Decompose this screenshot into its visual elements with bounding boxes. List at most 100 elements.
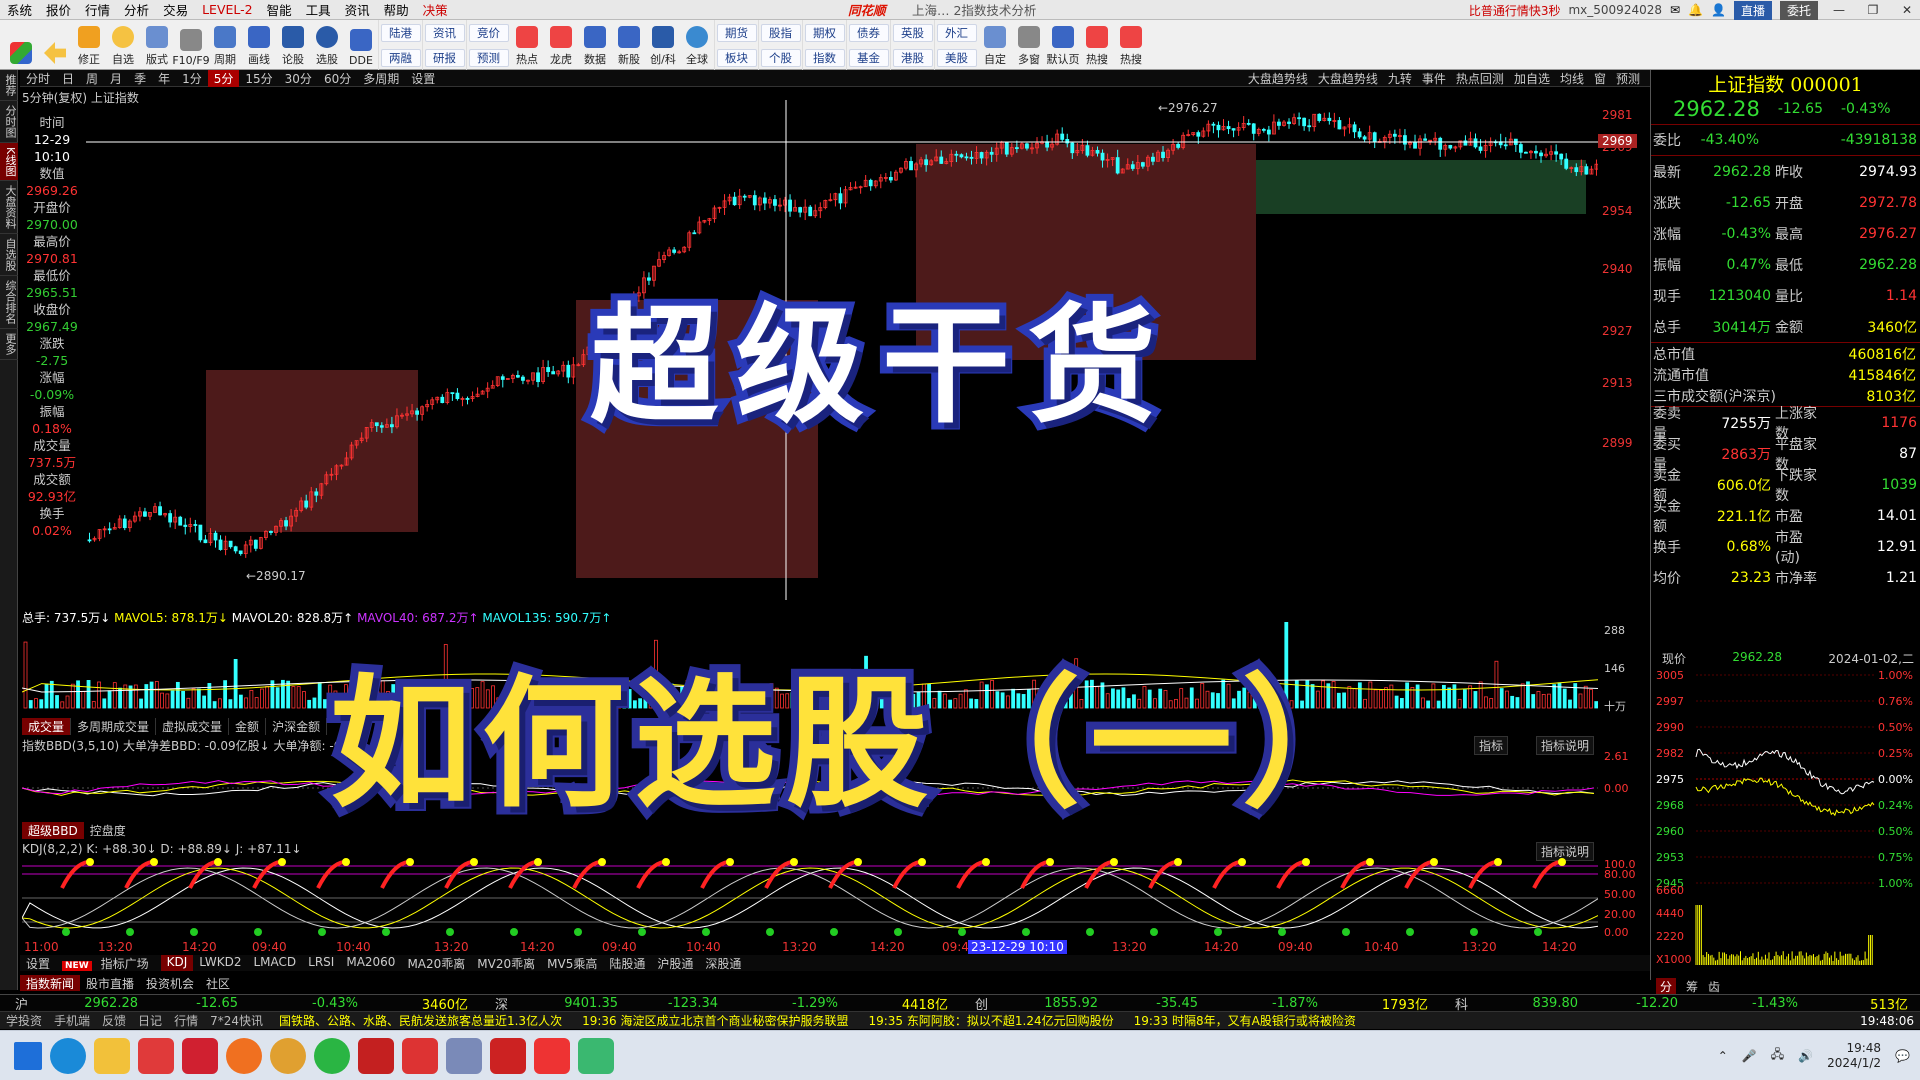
- tool-dragon[interactable]: 龙虎: [544, 20, 578, 70]
- app-kaipan-icon[interactable]: [490, 1037, 526, 1074]
- period-intraday[interactable]: 分时: [20, 70, 56, 87]
- index-ticker-item[interactable]: 沪 2962.28 -12.65 -0.43% 3460亿: [0, 994, 480, 1013]
- tool-ninturn[interactable]: 九转: [1388, 70, 1412, 87]
- wechat-icon[interactable]: [314, 1037, 350, 1074]
- tool-ma[interactable]: 均线: [1560, 70, 1584, 87]
- trend-checkbox[interactable]: 大盘趋势线: [1248, 70, 1308, 87]
- tool-multiwin[interactable]: 多窗: [1012, 20, 1046, 70]
- windows-start-icon[interactable]: [14, 1041, 42, 1070]
- tool-default[interactable]: 默认页: [1046, 20, 1080, 70]
- restore-icon[interactable]: ❐: [1860, 3, 1886, 17]
- user-icon[interactable]: 👤: [1711, 3, 1726, 17]
- live-button[interactable]: 直播: [1733, 0, 1772, 20]
- mic-icon[interactable]: 🎤: [1742, 1049, 1757, 1063]
- app-red2-icon[interactable]: [358, 1037, 394, 1074]
- mail-icon[interactable]: ✉: [1670, 3, 1680, 17]
- tab-virtual-volume[interactable]: 虚拟成交量: [156, 718, 230, 735]
- back-button[interactable]: [38, 20, 72, 70]
- period-1min[interactable]: 1分: [176, 70, 208, 87]
- period-day[interactable]: 日: [56, 70, 80, 87]
- tab-community[interactable]: 社区: [200, 975, 236, 991]
- tool-chuangke[interactable]: 创/科: [646, 20, 680, 70]
- ind-lugutong[interactable]: 陆股通: [603, 955, 651, 971]
- pair-lugang[interactable]: 陆港 两融: [378, 20, 422, 70]
- pair-options[interactable]: 期权 指数: [802, 20, 846, 70]
- lefttab-market-info[interactable]: 大盘资料: [0, 181, 18, 235]
- tool-watchlist[interactable]: 自选: [106, 20, 140, 70]
- lefttab-kline[interactable]: K线图: [0, 143, 18, 182]
- ind-lrsi[interactable]: LRSI: [302, 955, 340, 971]
- pair-futures[interactable]: 期货 板块: [714, 20, 758, 70]
- app-red-icon[interactable]: [182, 1037, 218, 1074]
- tab-hs-amount[interactable]: 沪深金额: [266, 718, 328, 735]
- tool-picker[interactable]: 选股: [310, 20, 344, 70]
- pair-uk[interactable]: 英股 港股: [890, 20, 934, 70]
- edge-icon[interactable]: [50, 1037, 86, 1074]
- menu-help[interactable]: 帮助: [377, 0, 416, 19]
- period-month[interactable]: 月: [104, 70, 128, 87]
- ind-ma2060[interactable]: MA2060: [340, 955, 401, 971]
- app-paint-icon[interactable]: [446, 1037, 482, 1074]
- tool-fix[interactable]: 修正: [72, 20, 106, 70]
- ind-hugutong[interactable]: 沪股通: [651, 955, 699, 971]
- tool-hotsearch2[interactable]: 热搜: [1114, 20, 1148, 70]
- tool-global[interactable]: 全球: [680, 20, 714, 70]
- minimize-icon[interactable]: —: [1826, 3, 1852, 17]
- tool-dde[interactable]: DDE: [344, 20, 378, 70]
- pair-bonds[interactable]: 债券 基金: [846, 20, 890, 70]
- period-week[interactable]: 周: [80, 70, 104, 87]
- lefttab-ranking[interactable]: 综合排名: [0, 276, 18, 330]
- lefttab-more[interactable]: 更多: [0, 329, 18, 361]
- menu-decision[interactable]: 决策: [416, 0, 455, 19]
- period-30min[interactable]: 30分: [279, 70, 318, 87]
- tool-draw[interactable]: 画线: [242, 20, 276, 70]
- tool-cycle[interactable]: 周期: [208, 20, 242, 70]
- tab-amount[interactable]: 金额: [229, 718, 267, 735]
- ind-ma20bias[interactable]: MA20乖离: [401, 955, 471, 971]
- ind-mv20bias[interactable]: MV20乖离: [471, 955, 541, 971]
- ind-settings[interactable]: 设置: [20, 955, 56, 971]
- notification-icon[interactable]: 💬: [1895, 1049, 1910, 1063]
- nb-mobile[interactable]: 手机端: [48, 1012, 96, 1029]
- pair-auction[interactable]: 竞价 预测: [466, 20, 510, 70]
- pair-index-futures[interactable]: 股指 个股: [758, 20, 802, 70]
- period-60min[interactable]: 60分: [318, 70, 357, 87]
- tab-opportunity[interactable]: 投资机会: [140, 975, 200, 991]
- lefttab-intraday[interactable]: 分时图: [0, 101, 18, 143]
- chevron-up-icon[interactable]: ⌃: [1718, 1049, 1728, 1063]
- tool-event[interactable]: 事件: [1422, 70, 1446, 87]
- tab-index-news[interactable]: 指数新闻: [20, 975, 81, 991]
- tool-backtest[interactable]: 热点回测: [1456, 70, 1504, 87]
- lefttab-recommend[interactable]: 推荐: [0, 70, 18, 101]
- tool-hotsearch1[interactable]: 热搜: [1080, 20, 1114, 70]
- nb-market[interactable]: 行情: [168, 1012, 204, 1029]
- tab-super-bbd[interactable]: 超级BBD: [22, 822, 84, 839]
- mini-tab-intraday[interactable]: 分: [1656, 978, 1677, 995]
- tab-control[interactable]: 控盘度: [84, 822, 132, 839]
- menu-system[interactable]: 系统: [0, 0, 39, 19]
- mini-tab-chips[interactable]: 筹: [1686, 978, 1698, 995]
- period-multi[interactable]: 多周期: [357, 70, 405, 87]
- tonghuashun-icon[interactable]: [138, 1037, 174, 1074]
- ind-shengutong[interactable]: 深股通: [699, 955, 747, 971]
- menu-trade[interactable]: 交易: [156, 0, 195, 19]
- menu-tools[interactable]: 工具: [299, 0, 338, 19]
- pair-news[interactable]: 资讯 研报: [422, 20, 466, 70]
- nb-diary[interactable]: 日记: [132, 1012, 168, 1029]
- period-quarter[interactable]: 季: [128, 70, 152, 87]
- nb-learn[interactable]: 学投资: [0, 1012, 48, 1029]
- tool-add-watch[interactable]: 加自选: [1514, 70, 1550, 87]
- wps-icon[interactable]: [402, 1037, 438, 1074]
- app-face-icon[interactable]: [270, 1037, 306, 1074]
- tool-custom[interactable]: 自定: [978, 20, 1012, 70]
- account-name[interactable]: mx_500924028: [1568, 3, 1662, 17]
- app-w-icon[interactable]: [534, 1037, 570, 1074]
- tool-window[interactable]: 窗: [1594, 70, 1606, 87]
- tool-data[interactable]: 数据: [578, 20, 612, 70]
- period-settings[interactable]: 设置: [405, 70, 441, 87]
- app-screen-icon[interactable]: [578, 1037, 614, 1074]
- pair-forex[interactable]: 外汇 美股: [934, 20, 978, 70]
- period-year[interactable]: 年: [152, 70, 176, 87]
- menu-analysis[interactable]: 分析: [117, 0, 156, 19]
- ind-square[interactable]: NEW 指标广场: [56, 955, 161, 971]
